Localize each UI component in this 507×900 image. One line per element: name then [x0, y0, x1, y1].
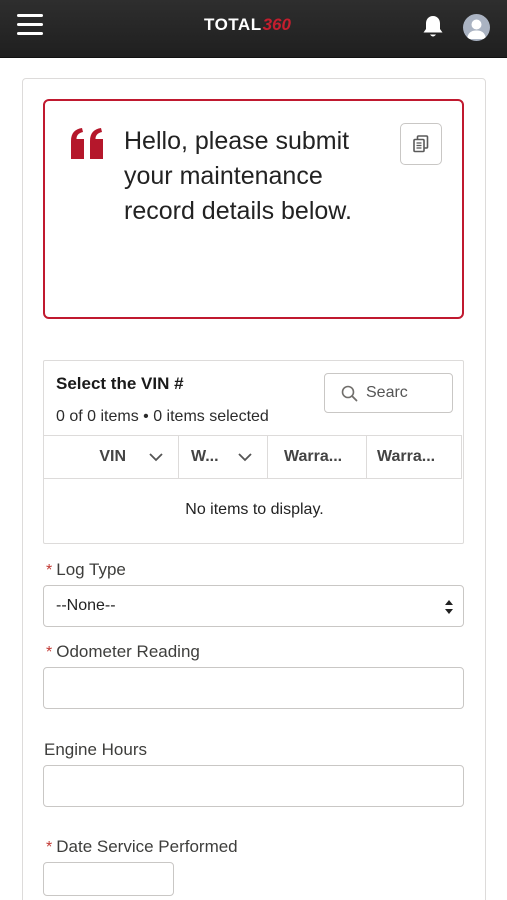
column-header-label: Warra...	[284, 448, 343, 465]
welcome-message-text: Hello, please submit your maintenance re…	[124, 127, 352, 225]
engine-hours-label: Engine Hours	[44, 740, 147, 760]
select-arrows-icon	[445, 600, 453, 614]
date-service-label: * Date Service Performed	[46, 837, 238, 857]
vin-search-box[interactable]	[324, 373, 453, 413]
column-header-label: W...	[191, 448, 219, 465]
odometer-label: * Odometer Reading	[46, 642, 200, 662]
required-marker: *	[46, 644, 53, 661]
search-icon	[341, 385, 358, 402]
top-navigation-bar: TOTAL 360	[0, 0, 507, 58]
required-marker: *	[46, 562, 53, 579]
engine-hours-input[interactable]	[43, 765, 464, 807]
table-empty-message: No items to display.	[185, 501, 324, 518]
vin-table-panel: Select the VIN # 0 of 0 items • 0 items …	[43, 360, 464, 544]
log-type-selected-value: --None--	[56, 597, 116, 614]
odometer-label-text: Odometer Reading	[56, 642, 200, 661]
odometer-input[interactable]	[43, 667, 464, 709]
column-header-w[interactable]: W...	[179, 435, 267, 479]
copy-icon	[413, 135, 429, 153]
app-logo[interactable]: TOTAL 360	[204, 15, 291, 41]
copy-button[interactable]	[400, 123, 442, 165]
logo-text-primary: TOTAL	[204, 15, 262, 34]
vin-table-item-count: 0 of 0 items • 0 items selected	[56, 408, 269, 425]
column-header-vin[interactable]: VIN	[44, 435, 178, 479]
bell-icon[interactable]	[421, 14, 445, 40]
column-header-warranty-2[interactable]: Warra...	[367, 435, 461, 479]
required-marker: *	[46, 839, 53, 856]
logo-text-secondary: 360	[262, 15, 291, 34]
column-header-label: VIN	[99, 448, 126, 465]
welcome-message-box: Hello, please submit your maintenance re…	[43, 99, 464, 319]
log-type-label-text: Log Type	[56, 560, 126, 579]
log-type-select[interactable]: --None--	[43, 585, 464, 627]
chevron-down-icon	[149, 453, 163, 462]
quote-icon	[69, 127, 107, 161]
engine-hours-label-text: Engine Hours	[44, 740, 148, 759]
user-avatar-icon[interactable]	[463, 14, 490, 41]
menu-icon[interactable]	[17, 14, 43, 36]
date-service-input[interactable]	[43, 862, 174, 896]
log-type-label: * Log Type	[46, 560, 126, 580]
column-header-warranty-1[interactable]: Warra...	[268, 435, 366, 479]
column-divider	[461, 435, 462, 479]
chevron-down-icon	[237, 453, 252, 462]
vin-search-input[interactable]	[366, 382, 450, 404]
column-header-label: Warra...	[377, 448, 436, 465]
vin-table-title: Select the VIN #	[56, 374, 184, 393]
date-service-label-text: Date Service Performed	[56, 837, 238, 856]
